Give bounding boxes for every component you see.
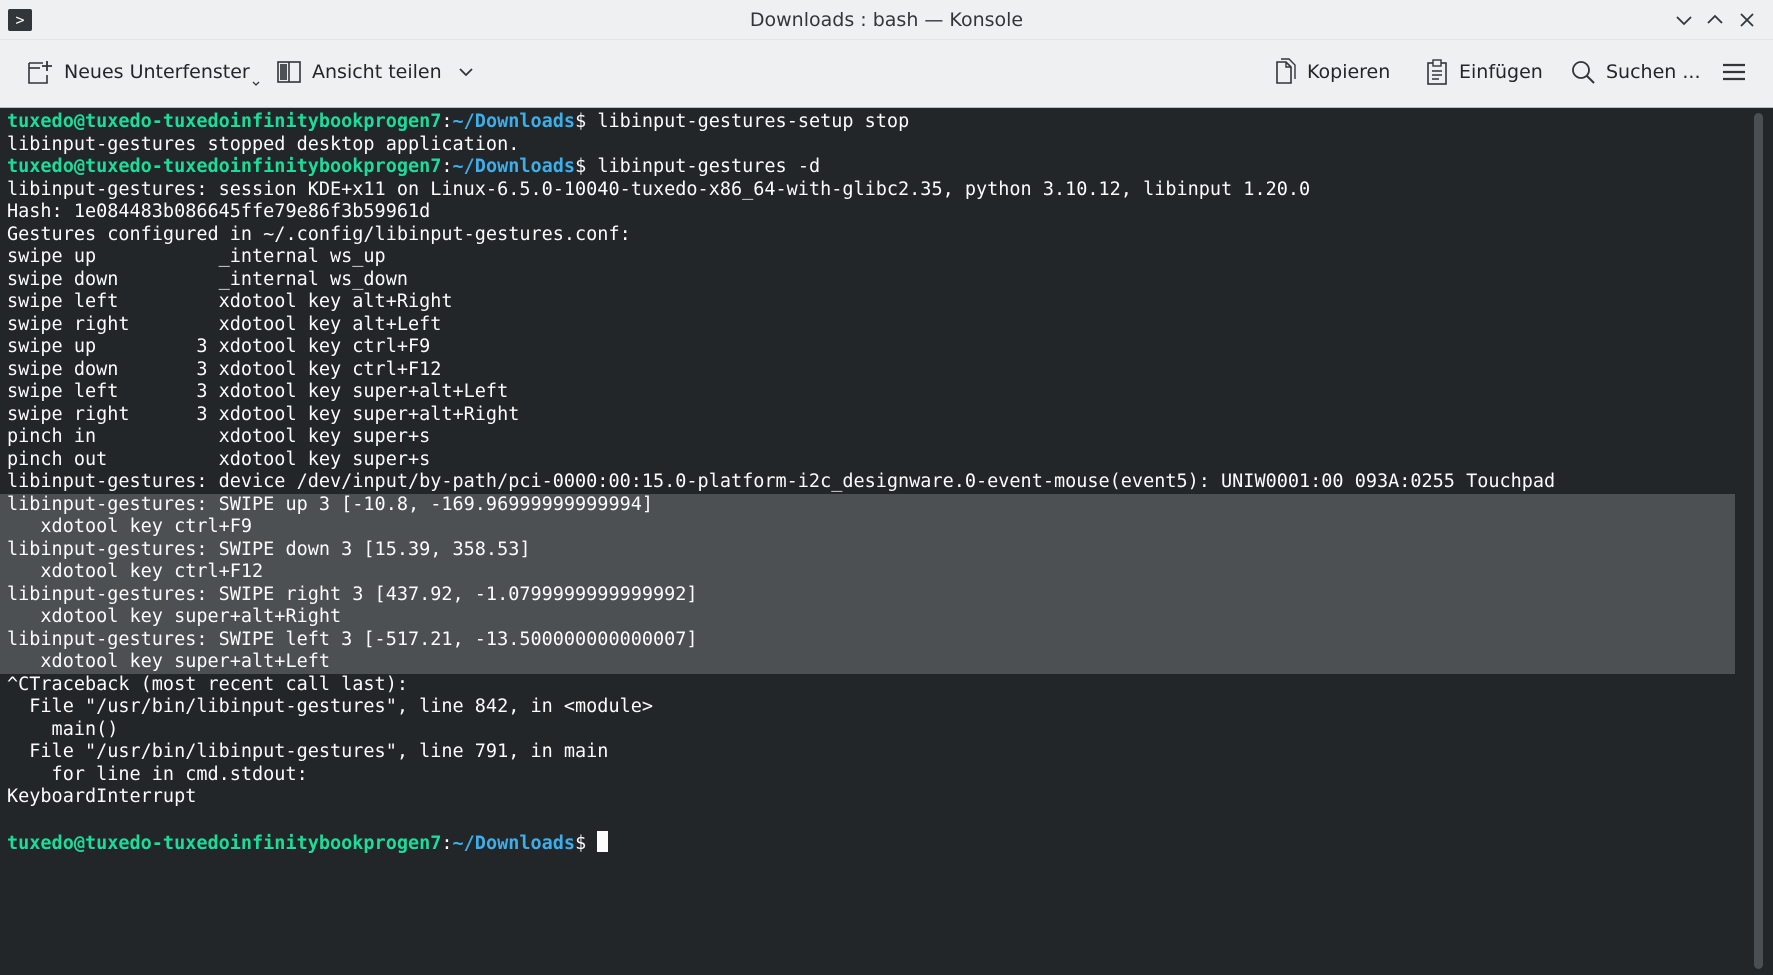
prompt-separator: : [441,111,453,132]
selected-output-line: libinput-gestures: SWIPE right 3 [437.92… [0,583,1735,606]
close-button[interactable] [1734,8,1760,32]
prompt-separator: : [441,156,453,177]
copy-label: Kopieren [1307,61,1391,83]
selected-output-line: xdotool key ctrl+F9 [0,516,1735,539]
prompt-path: ~/Downloads [452,156,576,177]
output-line: libinput-gestures stopped desktop applic… [7,133,520,155]
prompt-path: ~/Downloads [452,111,576,132]
output-line: libinput-gestures: session KDE+x11 on Li… [7,178,1311,200]
output-line [7,809,1739,832]
minimize-button[interactable] [1671,8,1697,32]
text-cursor [597,831,609,852]
new-tab-icon [28,61,52,84]
scrollbar-thumb[interactable] [1754,113,1763,969]
prompt-symbol: $ [575,111,598,132]
chevron-down-icon [1676,16,1692,26]
close-icon [1740,13,1754,27]
new-tab-button[interactable]: Neues Unterfenster [26,50,261,94]
selected-output-line: libinput-gestures: SWIPE down 3 [15.39, … [0,538,1735,561]
search-icon [1572,61,1595,84]
prompt-user: tuxedo@tuxedo-tuxedoinfinitybookprogen7 [7,833,442,854]
output-line: pinch out xdotool key super+s [7,448,431,470]
prompt-line: tuxedo@tuxedo-tuxedoinfinitybookprogen7:… [7,156,1739,179]
output-line: swipe left 3 xdotool key super+alt+Left [7,381,509,402]
prompt-line: tuxedo@tuxedo-tuxedoinfinitybookprogen7:… [7,831,1739,854]
new-tab-label: Neues Unterfenster [64,61,250,83]
output-line: main() [7,718,119,740]
prompt-line: tuxedo@tuxedo-tuxedoinfinitybookprogen7:… [7,111,1739,134]
output-line: swipe right 3 xdotool key super+alt+Righ… [7,403,520,425]
dropdown-indicator-icon [252,81,260,86]
selected-output-line: xdotool key ctrl+F12 [0,561,1735,584]
terminal-view[interactable]: tuxedo@tuxedo-tuxedoinfinitybookprogen7:… [0,108,1773,975]
command-text: libinput-gestures-setup stop [597,111,910,132]
split-view-button[interactable]: Ansicht teilen [276,50,476,94]
prompt-symbol: $ [575,833,598,854]
selected-output-line: libinput-gestures: SWIPE up 3 [-10.8, -1… [0,493,1735,516]
paste-label: Einfügen [1459,61,1543,83]
konsole-icon[interactable]: > [8,9,32,31]
command-text: libinput-gestures -d [597,156,821,177]
output-line: swipe down _internal ws_down [7,268,408,290]
prompt-separator: : [441,833,453,854]
output-line: pinch in xdotool key super+s [7,426,431,447]
selected-output-line: xdotool key super+alt+Left [0,651,1735,674]
output-line: Gestures configured in ~/.config/libinpu… [7,223,631,245]
selected-output-line: libinput-gestures: SWIPE left 3 [-517.21… [0,628,1735,651]
paste-icon [1427,59,1447,85]
output-line: swipe left xdotool key alt+Right [7,291,453,312]
toolbar: Neues Unterfenster Ansicht teilen Kopier… [0,40,1773,108]
search-label: Suchen ... [1606,61,1701,83]
hamburger-menu-icon [1723,63,1745,81]
output-line: swipe down 3 xdotool key ctrl+F12 [7,358,442,380]
prompt-symbol: $ [575,156,598,177]
search-button[interactable]: Suchen ... [1570,50,1700,94]
output-line: ^CTraceback (most recent call last): [7,673,408,695]
output-line: File "/usr/bin/libinput-gestures", line … [7,696,654,717]
maximize-button[interactable] [1702,8,1728,32]
chevron-up-icon [1707,14,1723,24]
scrollbar[interactable] [1745,108,1773,975]
prompt-path: ~/Downloads [452,833,576,854]
output-line: swipe right xdotool key alt+Left [7,313,442,335]
split-view-icon [277,61,301,83]
output-line: for line in cmd.stdout: [7,763,308,785]
paste-button[interactable]: Einfügen [1425,50,1543,94]
selected-output-line: xdotool key super+alt+Right [0,606,1735,629]
prompt-user: tuxedo@tuxedo-tuxedoinfinitybookprogen7 [7,156,442,177]
copy-button[interactable]: Kopieren [1273,50,1390,94]
chevron-down-icon[interactable] [456,62,476,82]
output-line: libinput-gestures: device /dev/input/by-… [7,471,1556,492]
split-view-label: Ansicht teilen [312,61,442,83]
output-line: KeyboardInterrupt [7,786,197,807]
output-line: File "/usr/bin/libinput-gestures", line … [7,741,609,762]
copy-icon [1276,58,1296,84]
menu-button[interactable] [1720,50,1748,94]
title-bar[interactable]: > Downloads : bash — Konsole [0,0,1773,40]
window-title: Downloads : bash — Konsole [749,9,1024,31]
terminal-output[interactable]: tuxedo@tuxedo-tuxedoinfinitybookprogen7:… [0,111,1739,854]
output-line: swipe up 3 xdotool key ctrl+F9 [7,336,431,357]
prompt-user: tuxedo@tuxedo-tuxedoinfinitybookprogen7 [7,111,442,132]
output-line: swipe up _internal ws_up [7,246,386,267]
konsole-window: > Downloads : bash — Konsole Neues Unter… [0,0,1773,975]
output-line: Hash: 1e084483b086645ffe79e86f3b59961d [7,201,431,222]
